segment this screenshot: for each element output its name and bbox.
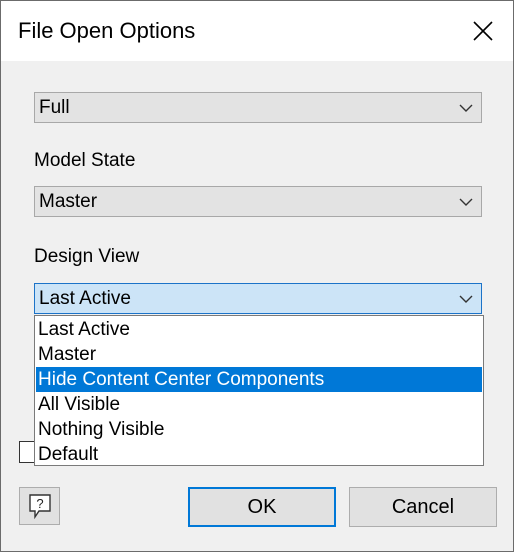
design-view-label: Design View xyxy=(34,246,140,267)
chevron-down-icon xyxy=(459,104,473,112)
design-view-value: Last Active xyxy=(39,288,131,309)
svg-text:?: ? xyxy=(36,496,43,511)
level-of-detail-select[interactable]: Full xyxy=(34,92,482,123)
close-button[interactable] xyxy=(463,11,503,51)
dropdown-option[interactable]: Last Active xyxy=(36,317,482,342)
model-state-value: Master xyxy=(39,191,98,212)
dropdown-option-highlighted[interactable]: Hide Content Center Components xyxy=(36,367,482,392)
dropdown-option[interactable]: All Visible xyxy=(36,392,482,417)
option-checkbox[interactable] xyxy=(19,441,35,463)
dropdown-option[interactable]: Master xyxy=(36,342,482,367)
dialog-title: File Open Options xyxy=(18,18,196,43)
close-icon xyxy=(473,21,493,41)
model-state-label: Model State xyxy=(34,150,136,171)
chevron-down-icon xyxy=(459,198,473,206)
design-view-select[interactable]: Last Active xyxy=(34,283,482,314)
title-bar: File Open Options xyxy=(1,1,513,61)
level-of-detail-value: Full xyxy=(39,97,70,118)
chevron-down-icon xyxy=(459,295,473,303)
ok-button[interactable]: OK xyxy=(188,487,336,527)
cancel-button[interactable]: Cancel xyxy=(349,487,497,527)
file-open-options-dialog: File Open Options Full Model State Maste… xyxy=(0,0,514,552)
model-state-select[interactable]: Master xyxy=(34,186,482,217)
help-icon: ? xyxy=(28,494,51,520)
dropdown-option[interactable]: Nothing Visible xyxy=(36,417,482,442)
dropdown-option[interactable]: Default xyxy=(36,442,482,467)
help-button[interactable]: ? xyxy=(19,487,60,525)
design-view-dropdown-list: Last Active Master Hide Content Center C… xyxy=(34,315,484,466)
